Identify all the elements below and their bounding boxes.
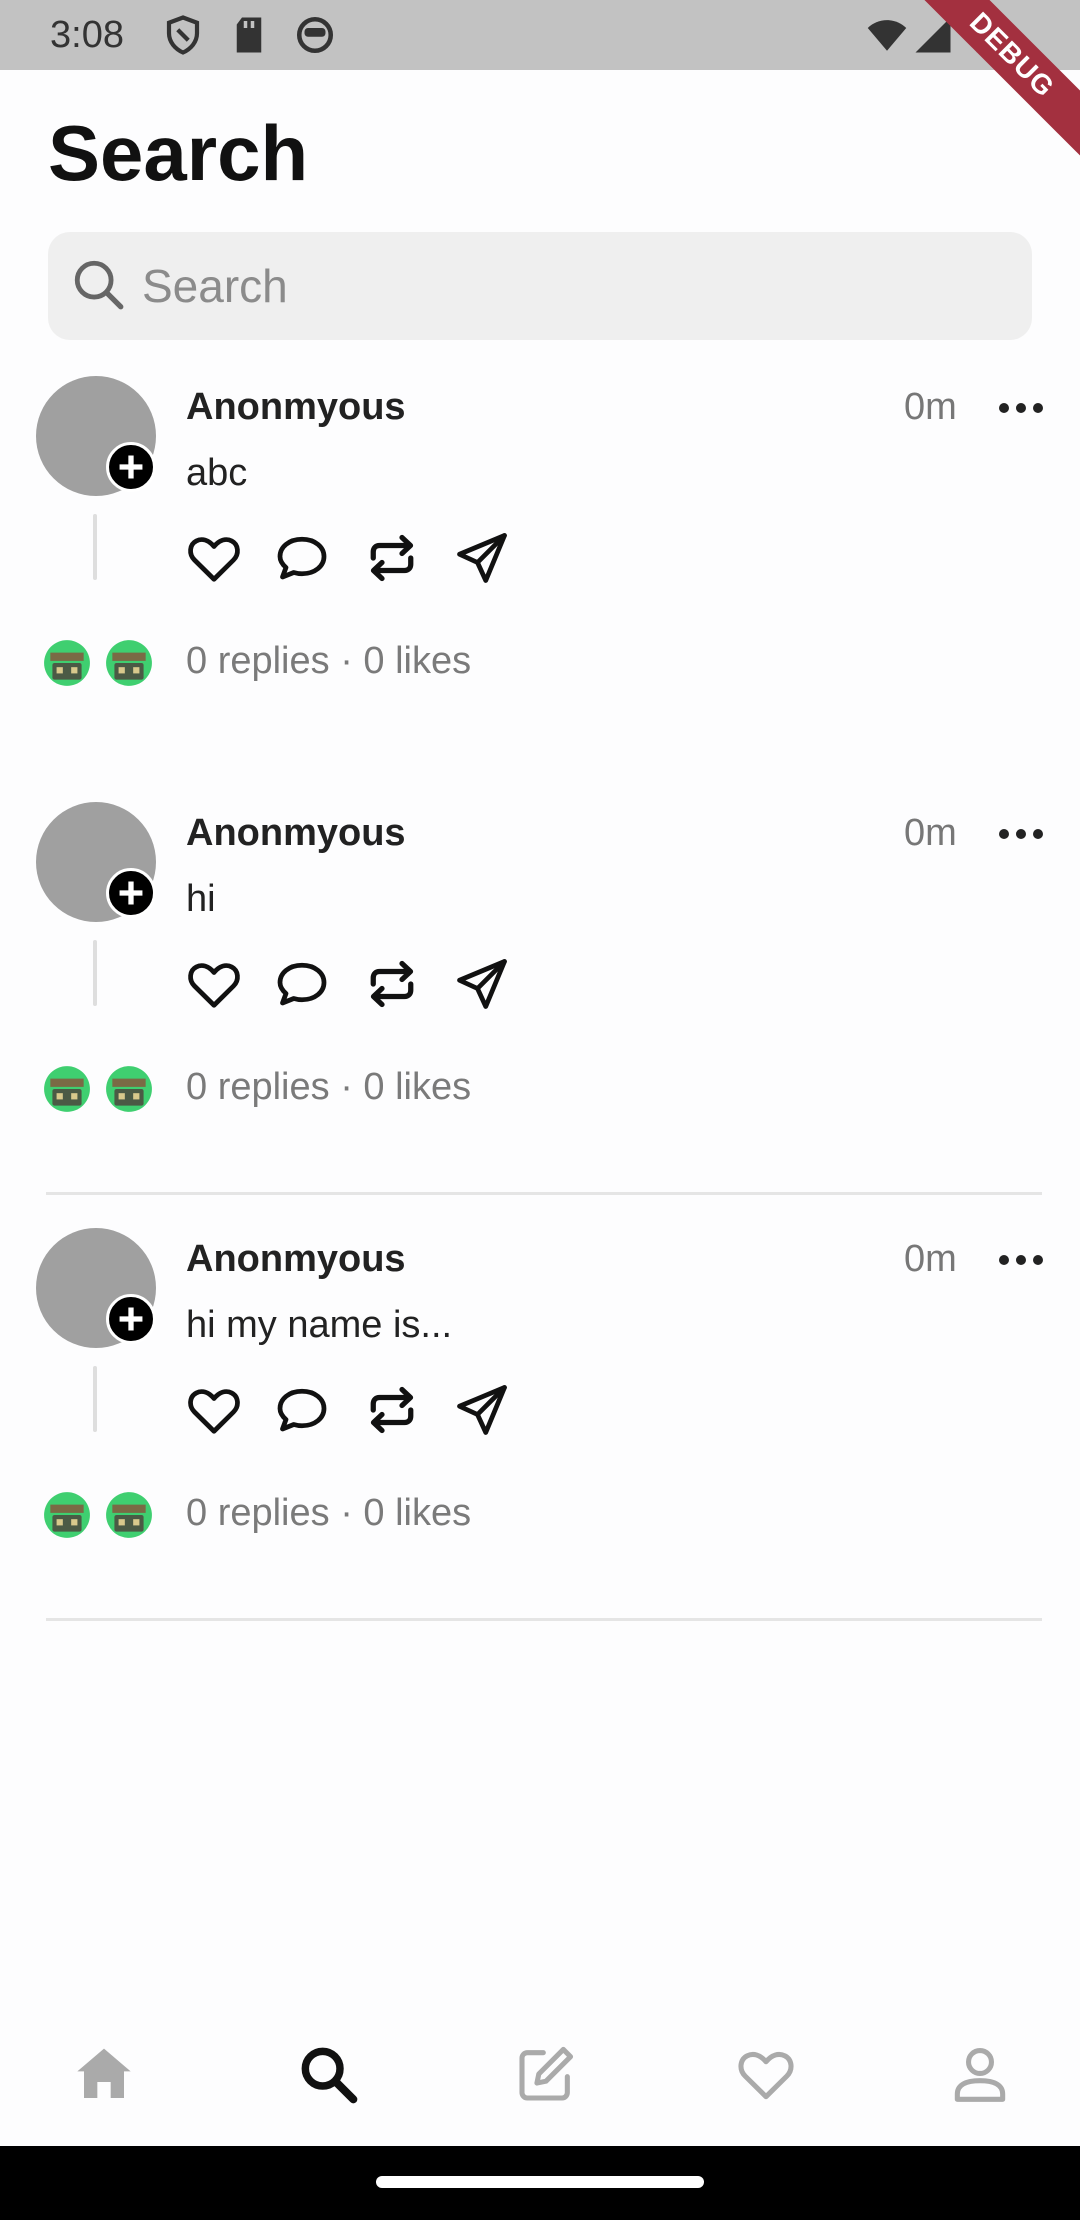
comment-icon[interactable] <box>272 954 332 1014</box>
plus-icon <box>119 881 143 905</box>
search-input[interactable] <box>142 252 1002 320</box>
reply-avatar-icon <box>106 1492 152 1538</box>
profile-icon[interactable] <box>948 2042 1012 2106</box>
post-author[interactable]: Anonmyous <box>186 1238 406 1281</box>
post-stats[interactable]: 0 replies · 0 likes <box>186 1066 471 1109</box>
repost-icon[interactable] <box>362 954 422 1014</box>
status-time: 3:08 <box>50 14 124 56</box>
post-content: abc <box>186 452 248 494</box>
system-navigation-bar <box>0 2146 1080 2220</box>
post-author[interactable]: Anonmyous <box>186 386 406 429</box>
reply-avatar-icon <box>44 1492 90 1538</box>
comment-icon[interactable] <box>272 528 332 588</box>
search-icon[interactable] <box>296 2042 360 2106</box>
follow-button[interactable] <box>106 442 156 492</box>
share-icon[interactable] <box>452 528 512 588</box>
face-icon <box>296 16 334 54</box>
post-time: 0m <box>904 812 957 854</box>
search-icon <box>74 260 124 310</box>
follow-button[interactable] <box>106 1294 156 1344</box>
status-bar: 3:08 DEBUG <box>0 0 1080 164</box>
reply-avatar-icon <box>106 1066 152 1112</box>
more-options-icon[interactable] <box>996 814 1046 854</box>
post-stats[interactable]: 0 replies · 0 likes <box>186 1492 471 1535</box>
post-item[interactable]: Anonmyous 0m abc 0 replies · 0 likes <box>0 376 1080 802</box>
heart-icon[interactable] <box>184 528 244 588</box>
shield-icon <box>166 15 200 55</box>
reply-avatar-icon <box>44 1066 90 1112</box>
plus-icon <box>119 1307 143 1331</box>
repost-icon[interactable] <box>362 1380 422 1440</box>
more-options-icon[interactable] <box>996 1240 1046 1280</box>
home-icon[interactable] <box>72 2042 136 2106</box>
thread-line <box>93 1366 97 1432</box>
reply-avatar-icon <box>44 640 90 686</box>
post-author[interactable]: Anonmyous <box>186 812 406 855</box>
sd-card-icon <box>236 17 262 53</box>
post-content: hi my name is... <box>186 1304 453 1346</box>
heart-icon[interactable] <box>184 1380 244 1440</box>
share-icon[interactable] <box>452 1380 512 1440</box>
heart-icon[interactable] <box>184 954 244 1014</box>
activity-icon[interactable] <box>734 2042 798 2106</box>
follow-button[interactable] <box>106 868 156 918</box>
reply-avatar-icon <box>106 640 152 686</box>
post-divider <box>46 1192 1042 1195</box>
thread-line <box>93 940 97 1006</box>
compose-icon[interactable] <box>514 2042 578 2106</box>
post-item[interactable]: Anonmyous 0m hi 0 replies · 0 likes <box>0 802 1080 1228</box>
bottom-navigation <box>0 2012 1080 2136</box>
post-content: hi <box>186 878 216 920</box>
post-time: 0m <box>904 1238 957 1280</box>
wifi-icon <box>867 20 907 51</box>
page-title: Search <box>48 109 309 197</box>
post-item[interactable]: Anonmyous 0m hi my name is... 0 replies … <box>0 1228 1080 1654</box>
repost-icon[interactable] <box>362 528 422 588</box>
plus-icon <box>119 455 143 479</box>
post-divider <box>46 1618 1042 1621</box>
search-bar[interactable] <box>48 232 1032 340</box>
share-icon[interactable] <box>452 954 512 1014</box>
post-stats[interactable]: 0 replies · 0 likes <box>186 640 471 683</box>
home-gesture-handle[interactable] <box>376 2176 704 2188</box>
thread-line <box>93 514 97 580</box>
more-options-icon[interactable] <box>996 388 1046 428</box>
post-time: 0m <box>904 386 957 428</box>
comment-icon[interactable] <box>272 1380 332 1440</box>
